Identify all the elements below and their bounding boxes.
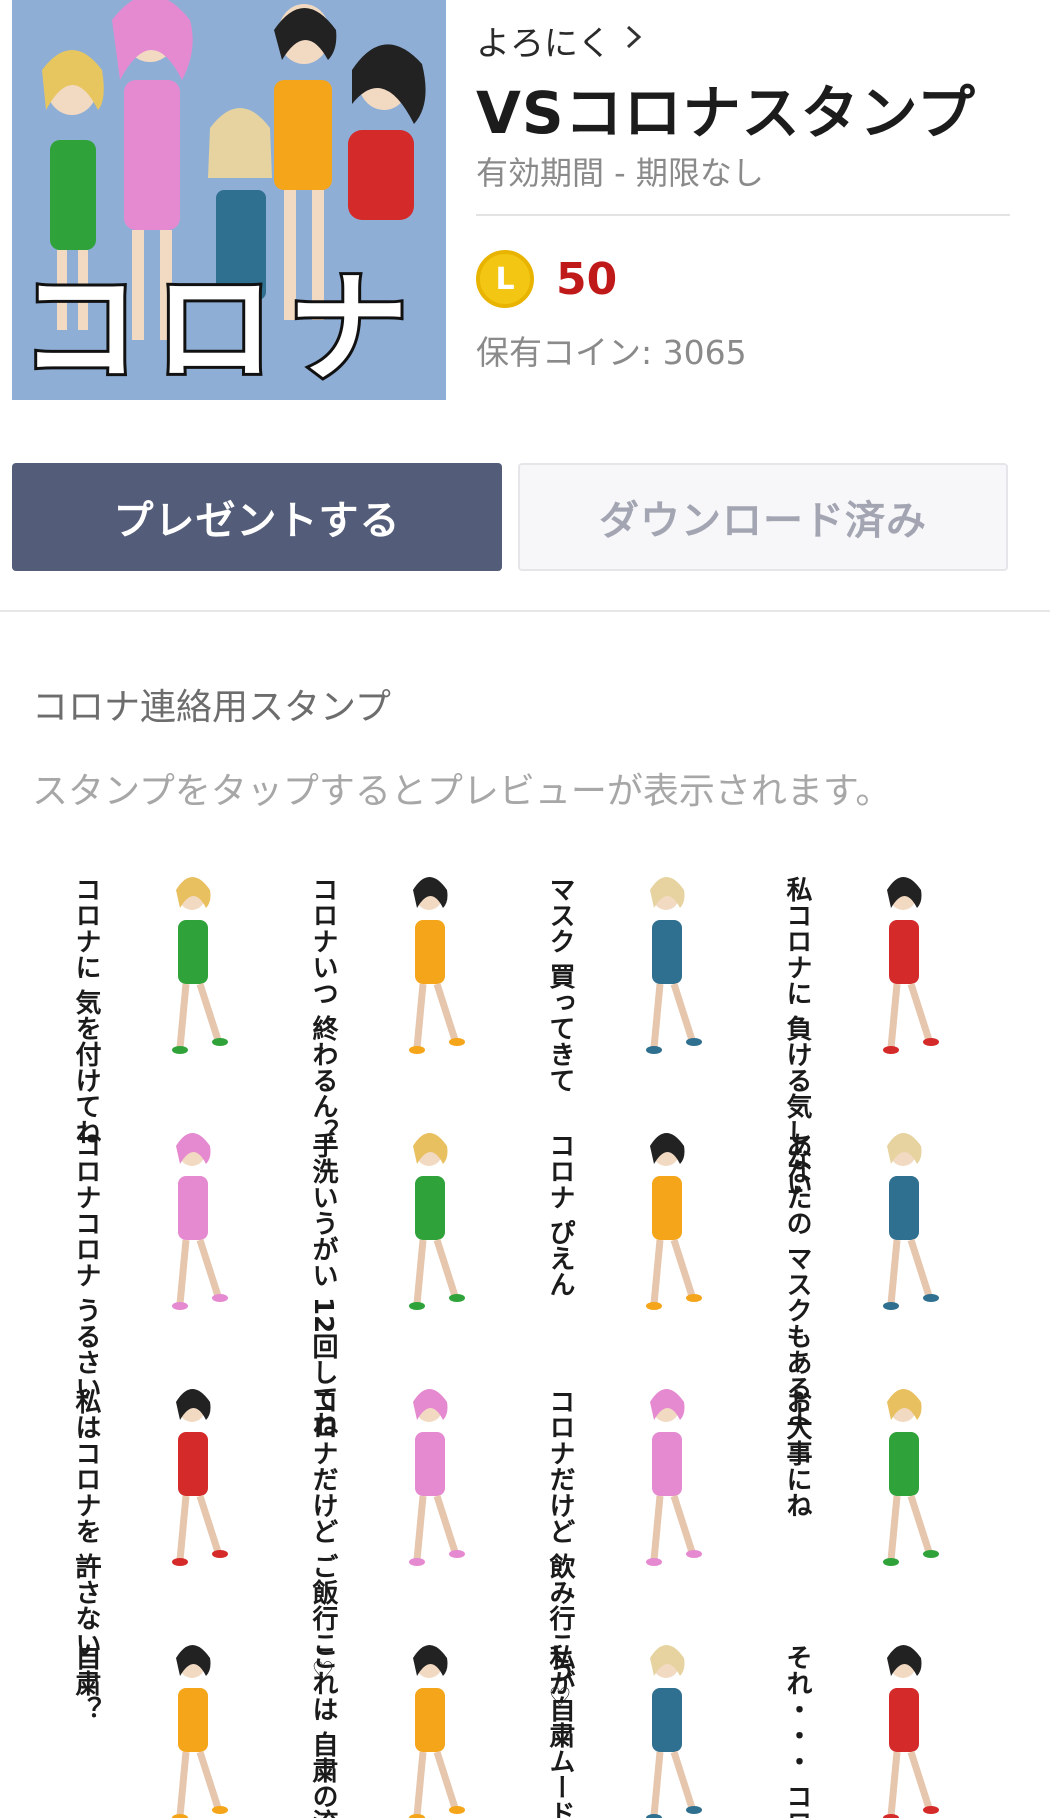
sticker-figure xyxy=(883,1133,939,1310)
sticker-item[interactable]: コロナいつ 終わるん？ xyxy=(307,870,507,1146)
sticker-caption: コロナいつ 終わるん？ xyxy=(308,876,338,1146)
sticker-item[interactable]: マスク 買ってきて xyxy=(544,870,744,1094)
sticker-item[interactable]: お大事にね xyxy=(781,1382,981,1592)
sticker-item[interactable]: これは 自粛の流れ？ xyxy=(307,1638,507,1818)
sticker-figure xyxy=(409,1645,465,1818)
sticker-caption: コロナだけど 飲み行こう♡ xyxy=(545,1388,575,1714)
sticker-figure xyxy=(646,877,702,1054)
price-row: L 50 xyxy=(476,250,617,308)
sticker-figure xyxy=(646,1645,702,1818)
sticker-item[interactable]: あなたの マスクもあるよ xyxy=(781,1126,981,1428)
sticker-description: コロナ連絡用スタンプ xyxy=(32,687,391,728)
sticker-caption: それ・・・ コロナじゃない？ xyxy=(782,1644,812,1818)
sticker-caption: コロナに 気を付けてね xyxy=(71,876,101,1146)
sticker-item[interactable]: コロナ ぴえん xyxy=(544,1126,744,1336)
cover-title-text: コロナ xyxy=(17,260,422,399)
validity-period: 有効期間 - 期限なし xyxy=(476,154,764,192)
sticker-figure xyxy=(883,1645,939,1818)
author-link[interactable]: よろにく xyxy=(476,16,643,65)
sticker-item[interactable]: 自粛？ xyxy=(70,1638,270,1818)
sticker-caption: コロナ ぴえん xyxy=(545,1132,575,1298)
sticker-item[interactable]: コロナコロナ うるさい xyxy=(70,1126,270,1402)
owned-coins: 保有コイン: 3065 xyxy=(476,333,747,372)
sticker-item[interactable]: 私が自粛ムード をぶっ壊す xyxy=(544,1638,744,1818)
sticker-item[interactable]: コロナに 気を付けてね xyxy=(70,870,270,1146)
sticker-figure xyxy=(646,1133,702,1310)
sticker-caption: 自粛？ xyxy=(71,1644,101,1722)
sticker-caption: あなたの マスクもあるよ xyxy=(782,1132,812,1428)
sticker-figure xyxy=(409,1133,465,1310)
author-name: よろにく xyxy=(476,24,612,64)
present-button[interactable]: プレゼントする xyxy=(12,463,502,571)
header-divider xyxy=(476,214,1010,216)
downloaded-button[interactable]: ダウンロード済み xyxy=(518,463,1008,571)
sticker-title: VSコロナスタンプ xyxy=(476,79,976,147)
sticker-item[interactable]: 私コロナに 負ける気しない xyxy=(781,870,981,1198)
sticker-header: コロナ よろにく VSコロナスタンプ 有効期間 - 期限なし L 50 保有コイ… xyxy=(0,0,1050,440)
sticker-caption: 私はコロナを 許さない xyxy=(71,1388,101,1658)
sticker-caption: 手洗いうがい 12回してね xyxy=(308,1132,338,1438)
chevron-right-icon xyxy=(625,23,643,58)
sticker-caption: コロナコロナ うるさい xyxy=(71,1132,101,1402)
sticker-caption: マスク 買ってきて xyxy=(545,876,575,1094)
sticker-item[interactable]: コロナだけど ご飯行こ♡ xyxy=(307,1382,507,1688)
price-value: 50 xyxy=(556,253,618,305)
sticker-figure xyxy=(883,1389,939,1566)
sticker-figure xyxy=(409,1389,465,1566)
sticker-figure xyxy=(646,1389,702,1566)
sticker-caption: お大事にね xyxy=(782,1388,812,1518)
line-coin-icon: L xyxy=(476,250,534,308)
sticker-caption: コロナだけど ご飯行こ♡ xyxy=(308,1388,338,1688)
sticker-figure xyxy=(883,877,939,1054)
preview-hint: スタンプをタップするとプレビューが表示されます。 xyxy=(32,771,892,812)
sticker-caption: 私コロナに 負ける気しない xyxy=(782,876,812,1198)
sticker-item[interactable]: それ・・・ コロナじゃない？ xyxy=(781,1638,981,1818)
sticker-caption: これは 自粛の流れ？ xyxy=(308,1644,338,1818)
sticker-figure xyxy=(409,877,465,1054)
sticker-caption: 私が自粛ムード をぶっ壊す xyxy=(545,1644,575,1818)
sticker-cover-image: コロナ xyxy=(12,0,446,400)
sticker-figure xyxy=(172,1133,228,1310)
sticker-item[interactable]: 私はコロナを 許さない xyxy=(70,1382,270,1658)
cover-figure-red xyxy=(348,44,426,220)
sticker-figure xyxy=(172,877,228,1054)
sticker-item[interactable]: 手洗いうがい 12回してね xyxy=(307,1126,507,1438)
section-divider xyxy=(0,610,1050,612)
sticker-figure xyxy=(172,1645,228,1818)
sticker-figure xyxy=(172,1389,228,1566)
sticker-item[interactable]: コロナだけど 飲み行こう♡ xyxy=(544,1382,744,1714)
